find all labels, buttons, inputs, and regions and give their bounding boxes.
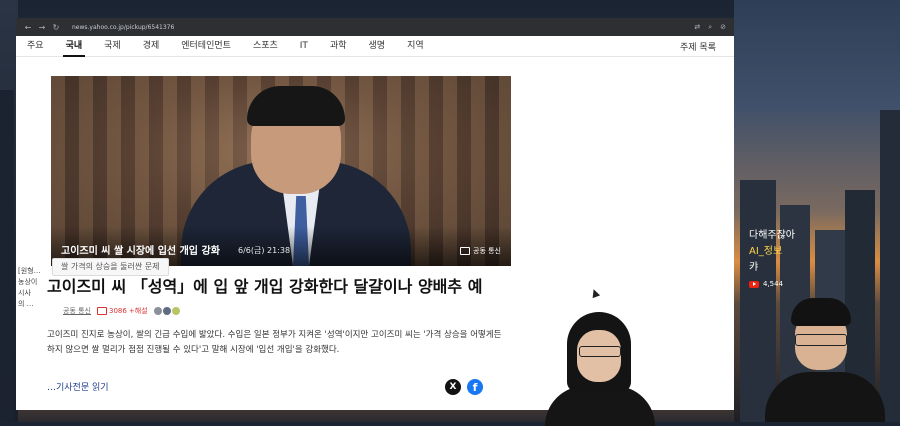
menu-item-domestic[interactable]: 국내: [55, 36, 94, 57]
chat-line: 다해주잖아: [749, 230, 795, 241]
expert-avatars[interactable]: [153, 307, 180, 315]
category-menu: 주요 국내 국제 경제 엔터테인먼트 스포츠 IT 과학 생명 지역 주제 목록: [16, 36, 734, 57]
avatar: [162, 307, 171, 315]
topic-list-link[interactable]: 주제 목록: [680, 40, 734, 53]
article-headline[interactable]: 고이즈미 씨 「성역」에 입 앞 개입 강화한다 달걀이나 양배추 예: [47, 276, 502, 297]
topic-tag[interactable]: 쌀 가격의 상승을 둘러싼 문제: [52, 258, 169, 276]
translate-icon[interactable]: ⇄: [694, 23, 700, 32]
comment-icon: [97, 307, 107, 315]
reload-icon[interactable]: ↻: [52, 23, 60, 32]
url-field[interactable]: news.yahoo.co.jp/pickup/6541376: [72, 24, 688, 31]
zoom-icon[interactable]: ⌕: [708, 23, 712, 32]
presenter-woman: [545, 312, 655, 426]
hero-image[interactable]: 고이즈미 씨 쌀 시장에 입선 개입 강화 6/6(금) 21:38 공동 통신: [51, 76, 511, 266]
menu-item-sports[interactable]: 스포츠: [242, 36, 289, 56]
photo-credit: 공동 통신: [460, 246, 501, 256]
article-source[interactable]: 공동 통신: [63, 306, 91, 316]
menu-item-main[interactable]: 주요: [16, 36, 55, 56]
facebook-share-icon[interactable]: f: [467, 379, 483, 395]
menu-item-science[interactable]: 과학: [319, 36, 358, 56]
comment-count[interactable]: 3086 +해설: [97, 306, 148, 316]
address-bar: ← → ↻ news.yahoo.co.jp/pickup/6541376 ⇄ …: [16, 18, 734, 36]
menu-item-entertainment[interactable]: 엔터테인먼트: [170, 36, 242, 56]
avatar: [171, 307, 180, 315]
youtube-icon: [749, 280, 759, 288]
presenter-man: [765, 298, 885, 422]
article-body: 고이즈미 진지로 농상이, 쌀의 긴급 수입에 밟았다. 수입은 일본 정부가 …: [47, 330, 502, 355]
avatar: [153, 307, 162, 315]
hero-caption: 고이즈미 씨 쌀 시장에 입선 개입 강화: [61, 246, 220, 257]
chat-overlay: 다해주잖아 AI_정보 캬 4,544: [749, 228, 795, 288]
menu-item-local[interactable]: 지역: [396, 36, 435, 56]
article-meta: 공동 통신 3086 +해설: [63, 306, 180, 316]
mute-icon[interactable]: ⊘: [720, 23, 726, 32]
read-full-article-link[interactable]: …기사전문 읽기: [47, 380, 109, 393]
building: [0, 90, 14, 422]
menu-item-it[interactable]: IT: [289, 36, 319, 56]
menu-item-life[interactable]: 생명: [358, 36, 397, 56]
hero-date: 6/6(금) 21:38: [238, 246, 291, 255]
left-sidebar-snippet: [원형… 농상이 시사 의 …: [18, 267, 41, 308]
chat-line: AI_정보: [749, 246, 783, 257]
camera-icon: [460, 247, 470, 255]
youtube-badge: 4,544: [749, 280, 795, 288]
menu-item-economy[interactable]: 경제: [132, 36, 171, 56]
menu-item-international[interactable]: 국제: [93, 36, 132, 56]
share-buttons: X f: [445, 379, 483, 395]
chat-line: 캬: [749, 262, 759, 273]
back-icon[interactable]: ←: [24, 23, 32, 32]
x-share-icon[interactable]: X: [445, 379, 461, 395]
forward-icon[interactable]: →: [38, 23, 46, 32]
